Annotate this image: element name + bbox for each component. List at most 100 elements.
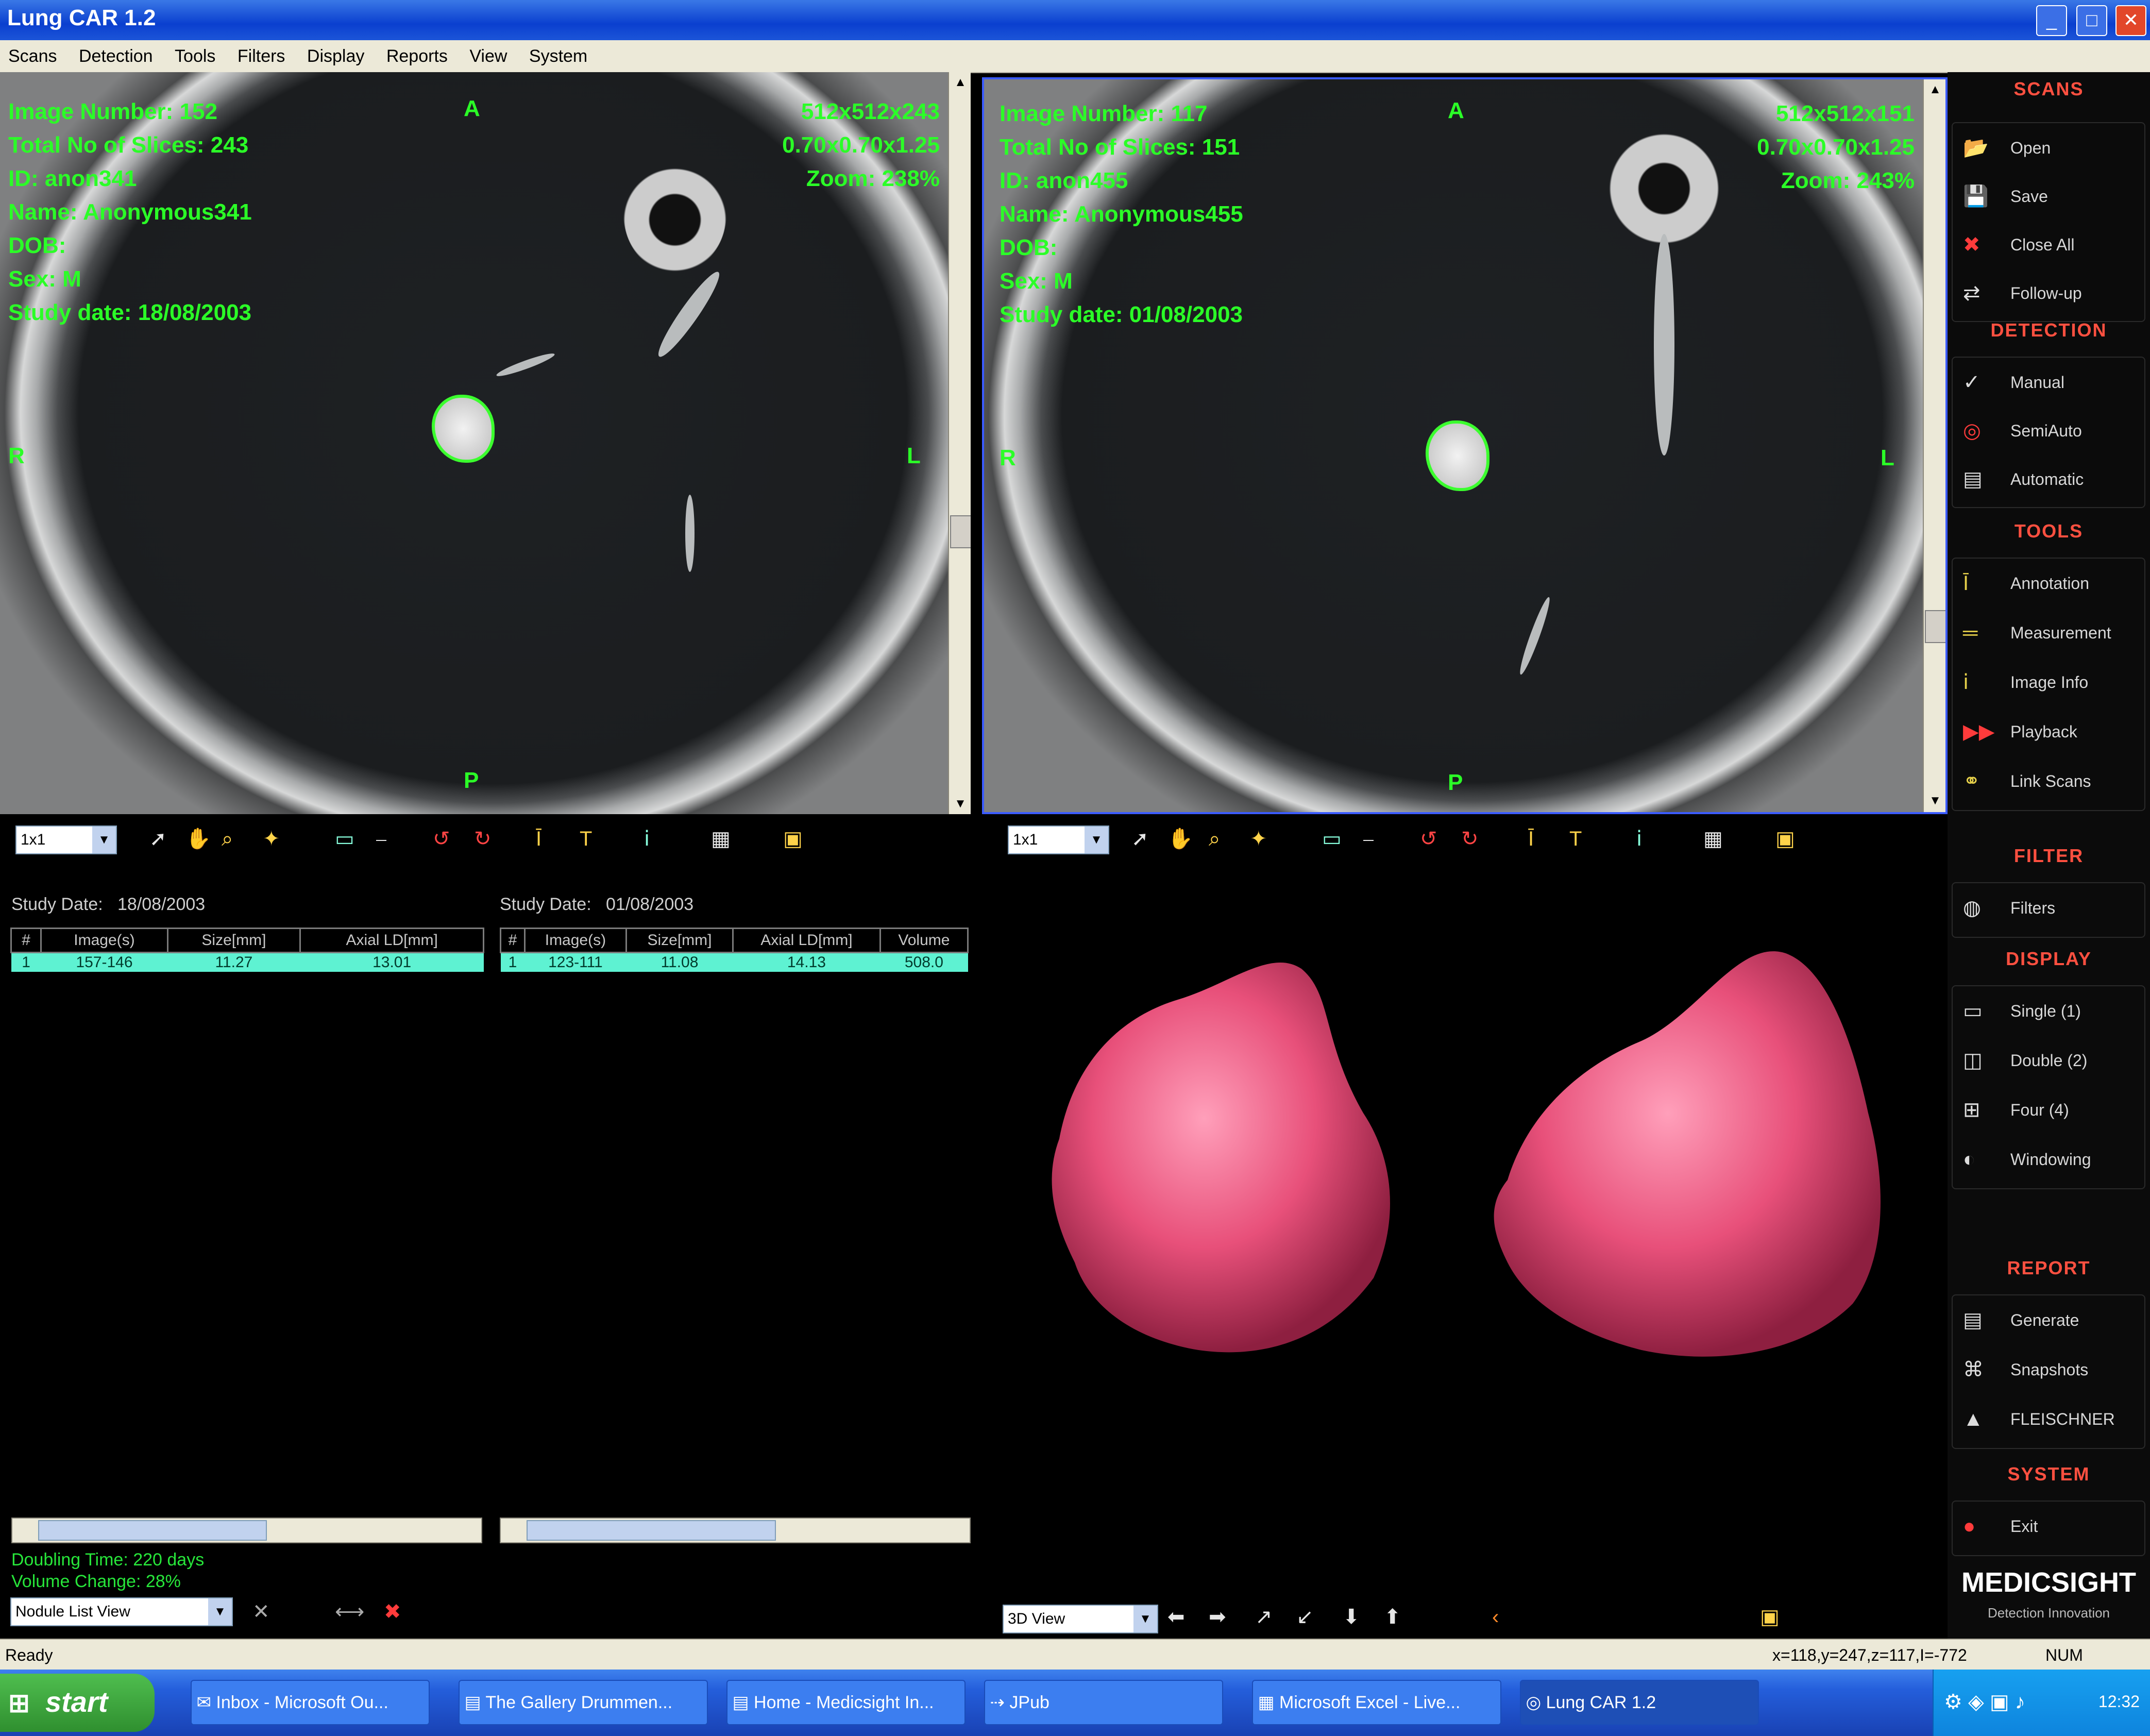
col-header[interactable]: Size[mm] [625, 928, 734, 953]
film-icon[interactable]: ▦ [711, 829, 731, 849]
link-icon[interactable]: ⟷ [335, 1602, 364, 1622]
window-level-icon[interactable]: ▭ [335, 829, 354, 849]
snapshots-button[interactable]: ⌘ Snapshots [1954, 1348, 2142, 1392]
menu-display[interactable]: Display [299, 40, 376, 66]
slice-scrollbar-left[interactable]: ▲ ▼ [948, 72, 971, 814]
automatic-button[interactable]: ▤ Automatic [1954, 458, 2142, 502]
table-hscroll-right[interactable] [500, 1518, 971, 1543]
generate-report-button[interactable]: ▤ Generate [1954, 1299, 2142, 1343]
clear-icon[interactable]: ✕ [252, 1602, 270, 1622]
crosshair-icon[interactable]: ✦ [1250, 829, 1267, 849]
image-info-button[interactable]: ⅰ Image Info [1954, 661, 2142, 705]
exit-button[interactable]: ● Exit [1954, 1505, 2142, 1549]
col-header[interactable]: Image(s) [40, 928, 168, 953]
menu-detection[interactable]: Detection [71, 40, 164, 66]
col-header[interactable]: Axial LD[mm] [299, 928, 484, 953]
annotation-tool-icon[interactable]: Ī [536, 829, 541, 849]
taskbar-item-active[interactable]: ◎ Lung CAR 1.2 [1520, 1680, 1759, 1725]
table-row[interactable]: 1 157-146 11.27 13.01 [11, 952, 484, 972]
col-header[interactable]: Image(s) [523, 928, 628, 953]
minimize-button[interactable]: _ [2036, 5, 2067, 36]
camera-icon[interactable]: ▣ [1775, 829, 1795, 849]
layout-select-left[interactable]: 1x1 ▼ [15, 825, 117, 854]
reset-view-icon[interactable]: ‹ [1492, 1607, 1499, 1627]
maximize-button[interactable]: □ [2076, 5, 2107, 36]
info-tool-icon[interactable]: ⅰ [644, 829, 650, 849]
scroll-up-arrow[interactable]: ▲ [1924, 79, 1945, 100]
scroll-thumb[interactable] [38, 1520, 267, 1541]
zoom-icon[interactable]: ⌕ [1209, 829, 1220, 849]
nodule-list-view-select[interactable]: Nodule List View ▼ [10, 1597, 233, 1626]
taskbar-item[interactable]: ✉ Inbox - Microsoft Ou... [191, 1680, 430, 1725]
ct-viewer-left[interactable]: Image Number: 152 Total No of Slices: 24… [0, 72, 971, 814]
rotate-right-icon[interactable]: ↻ [1461, 829, 1479, 849]
annotation-button[interactable]: Ī Annotation [1954, 562, 2142, 606]
menu-filters[interactable]: Filters [229, 40, 297, 66]
manual-button[interactable]: ✓ Manual [1954, 361, 2142, 405]
scroll-up-arrow[interactable]: ▲ [949, 72, 971, 93]
double-view-button[interactable]: ◫ Double (2) [1954, 1039, 2142, 1083]
arrow-up-right-icon[interactable]: ↗ [1255, 1607, 1273, 1627]
col-header[interactable]: # [500, 928, 526, 953]
arrow-down-left-icon[interactable]: ↙ [1296, 1607, 1314, 1627]
folder-open-button[interactable]: 📂 Open [1954, 126, 2142, 171]
layout-select-right[interactable]: 1x1 ▼ [1008, 825, 1109, 854]
scroll-down-arrow[interactable]: ▼ [1924, 790, 1945, 811]
camera-icon[interactable]: ▣ [783, 829, 803, 849]
measurement-button[interactable]: ═ Measurement [1954, 611, 2142, 655]
ct-viewer-right[interactable]: Image Number: 117 Total No of Slices: 15… [982, 77, 1948, 814]
arrow-down-icon[interactable]: ⬇ [1343, 1607, 1360, 1627]
col-header[interactable]: Axial LD[mm] [732, 928, 881, 953]
info-tool-icon[interactable]: ⅰ [1636, 829, 1642, 849]
rotate-left-icon[interactable]: ↺ [1420, 829, 1437, 849]
table-row[interactable]: 1 123-111 11.08 14.13 508.0 [500, 952, 968, 972]
menu-reports[interactable]: Reports [378, 40, 459, 66]
pan-hand-icon[interactable]: ✋ [185, 829, 211, 849]
filter-button[interactable]: ◍ Filters [1954, 886, 2142, 931]
pointer-icon[interactable]: ➚ [149, 829, 167, 849]
slice-scrollbar-right[interactable]: ▲ ▼ [1923, 79, 1945, 812]
ruler-icon[interactable]: ⎯ [376, 829, 386, 849]
menu-scans[interactable]: Scans [0, 40, 69, 66]
scroll-down-arrow[interactable]: ▼ [949, 794, 971, 814]
zoom-icon[interactable]: ⌕ [222, 829, 233, 849]
taskbar-item[interactable]: ▤ Home - Medicsight In... [726, 1680, 966, 1725]
close-button[interactable]: ✖ Close All [1954, 223, 2142, 267]
text-tool-icon[interactable]: T [580, 829, 592, 849]
save-button[interactable]: 💾 Save [1954, 175, 2142, 219]
single-view-button[interactable]: ▭ Single (1) [1954, 989, 2142, 1034]
menu-view[interactable]: View [461, 40, 518, 66]
rotate-right-icon[interactable]: ↻ [474, 829, 492, 849]
link-scans-button[interactable]: ⚭ Link Scans [1954, 760, 2142, 804]
pointer-icon[interactable]: ➚ [1131, 829, 1149, 849]
3d-view-select[interactable]: 3D View ▼ [1003, 1605, 1158, 1633]
follow-up-button[interactable]: ⇄ Follow-up [1954, 272, 2142, 316]
col-header[interactable]: # [10, 928, 42, 953]
window-level-icon[interactable]: ▭ [1322, 829, 1342, 849]
windowing-button[interactable]: ◐ Windowing [1954, 1138, 2142, 1182]
arrow-right-icon[interactable]: ➡ [1209, 1607, 1226, 1627]
scroll-thumb[interactable] [950, 515, 971, 548]
pan-hand-icon[interactable]: ✋ [1167, 829, 1193, 849]
crosshair-icon[interactable]: ✦ [263, 829, 280, 849]
scroll-thumb[interactable] [527, 1520, 776, 1541]
camera-icon[interactable]: ▣ [1760, 1607, 1780, 1627]
3d-nodule-view[interactable] [982, 871, 1948, 1597]
fleischner-button[interactable]: ▲ FLEISCHNER [1954, 1397, 2142, 1442]
close-button[interactable]: ✕ [2115, 5, 2146, 36]
semi-auto-button[interactable]: ◎ SemiAuto [1954, 409, 2142, 453]
col-header[interactable]: Volume [879, 928, 969, 953]
film-icon[interactable]: ▦ [1703, 829, 1723, 849]
text-tool-icon[interactable]: T [1569, 829, 1582, 849]
taskbar-item[interactable]: ⇢ JPub [984, 1680, 1223, 1725]
four-view-button[interactable]: ⊞ Four (4) [1954, 1088, 2142, 1133]
annotation-tool-icon[interactable]: Ī [1528, 829, 1534, 849]
col-header[interactable]: Size[mm] [166, 928, 301, 953]
playback-button[interactable]: ▶▶ Playback [1954, 710, 2142, 754]
delete-icon[interactable]: ✖ [384, 1602, 401, 1622]
ruler-icon[interactable]: ⎯ [1363, 829, 1374, 849]
rotate-left-icon[interactable]: ↺ [433, 829, 450, 849]
scroll-thumb[interactable] [1925, 610, 1945, 643]
taskbar-item[interactable]: ▦ Microsoft Excel - Live... [1252, 1680, 1501, 1725]
arrow-up-icon[interactable]: ⬆ [1384, 1607, 1401, 1627]
